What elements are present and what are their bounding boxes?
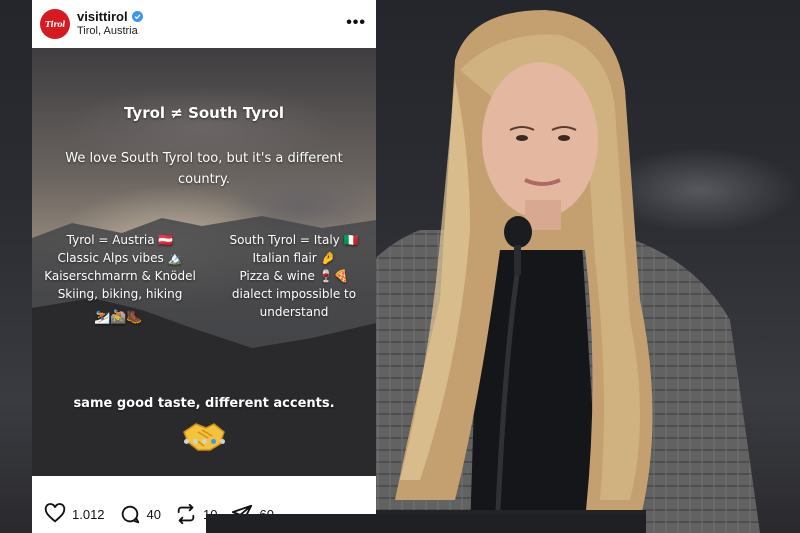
verified-badge-icon (131, 11, 143, 22)
post-header: Tirol visittirol Tirol, Austria ••• (32, 0, 376, 48)
slide-title: Tyrol ≠ South Tyrol (123, 104, 285, 122)
south-tyrol-line: Pizza & wine 🍷🍕 (239, 269, 349, 283)
instagram-post: Tirol visittirol Tirol, Austria ••• Tyro… (32, 0, 376, 533)
like-count: 1.012 (72, 506, 105, 522)
tyrol-line: Classic Alps vibes 🏔️ (57, 251, 183, 265)
repost-icon (177, 503, 195, 525)
carousel-dot-active[interactable] (210, 439, 216, 444)
south-tyrol-line: Italian flair 🤌 (252, 251, 336, 265)
account-handle[interactable]: visittirol (77, 9, 128, 24)
profile-avatar[interactable]: Tirol (40, 9, 70, 39)
comment-button[interactable]: 40 (119, 503, 161, 525)
avatar-logo-text: Tirol (44, 19, 66, 29)
south-tyrol-line: South Tyrol = Italy 🇮🇹 (229, 233, 359, 247)
tyrol-line: Skiing, biking, hiking (57, 287, 183, 301)
lectern-front (206, 514, 646, 533)
more-options-icon[interactable]: ••• (346, 14, 366, 32)
slide-subtitle: We love South Tyrol too, but it's a diff… (65, 151, 343, 187)
heart-icon (44, 503, 66, 523)
carousel-dot[interactable] (201, 439, 207, 444)
post-location[interactable]: Tirol, Austria (77, 25, 138, 37)
south-tyrol-line: dialect impossible to understand (231, 287, 357, 319)
activity-emojis: ⛷️🚵🥾 (94, 310, 143, 325)
comment-icon (121, 505, 139, 524)
tyrol-line: Kaiserschmarrn & Knödel (44, 269, 196, 283)
tyrol-column: Tyrol = Austria 🇦🇹 Classic Alps vibes 🏔️… (40, 231, 200, 303)
face (482, 62, 598, 218)
microphone (504, 216, 532, 248)
handshake-icon (183, 423, 225, 451)
slide-tagline: same good taste, different accents. (73, 396, 335, 411)
tyrol-line: Tyrol = Austria 🇦🇹 (66, 233, 174, 247)
carousel-dot[interactable] (192, 439, 198, 444)
comment-count: 40 (146, 506, 162, 522)
post-image[interactable]: Tyrol ≠ South Tyrol We love South Tyrol … (32, 48, 376, 476)
carousel-dot[interactable] (219, 439, 225, 444)
like-button[interactable]: 1.012 (44, 503, 105, 525)
south-tyrol-column: South Tyrol = Italy 🇮🇹 Italian flair 🤌 P… (218, 231, 370, 321)
carousel-dot[interactable] (183, 439, 189, 444)
handle-row: visittirol (77, 9, 143, 24)
carousel-indicator (32, 439, 376, 444)
